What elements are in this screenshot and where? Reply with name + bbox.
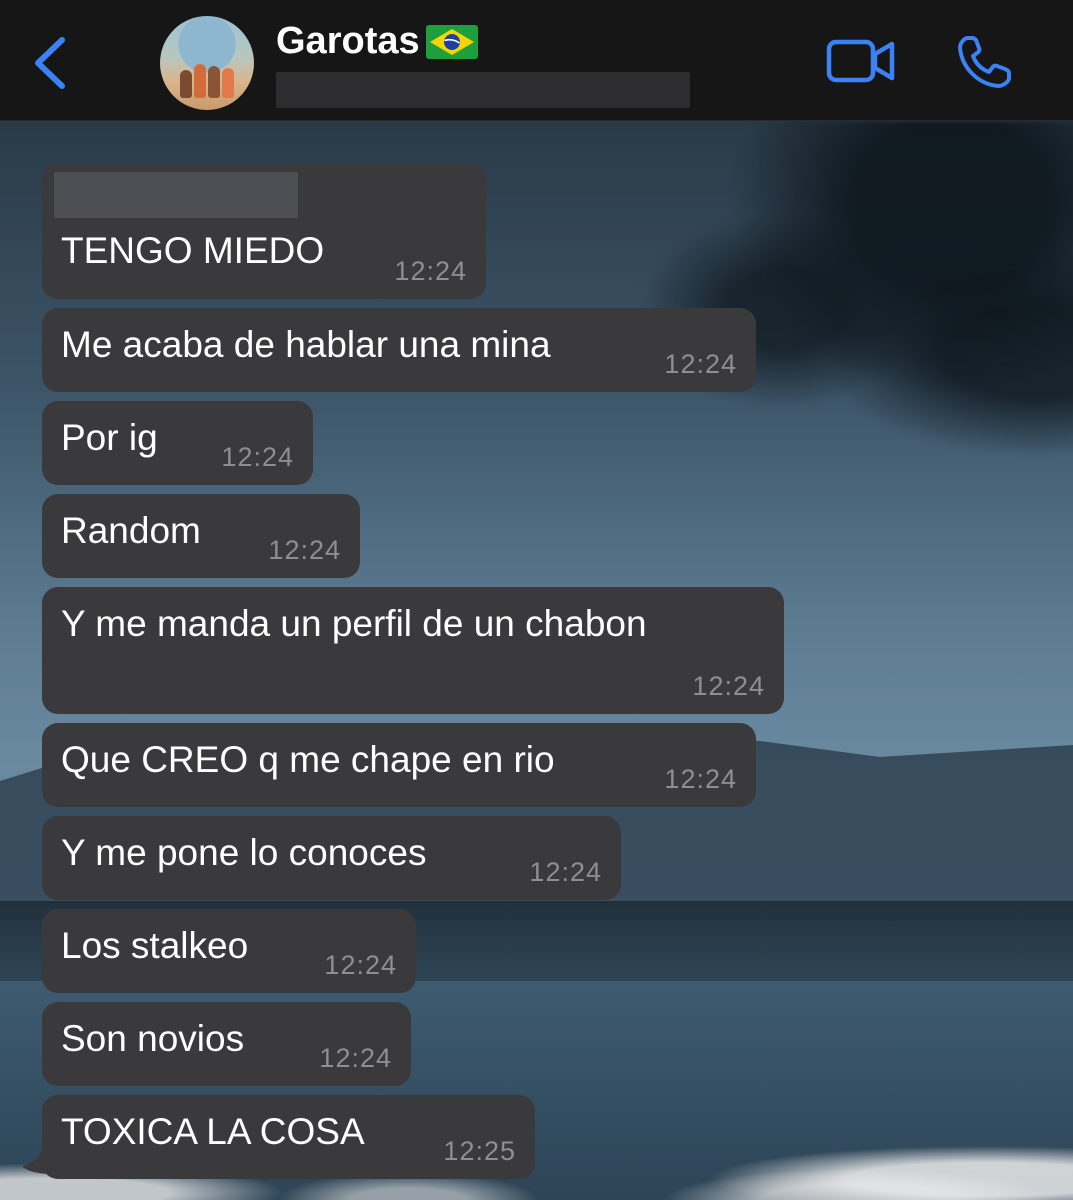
message-bubble[interactable]: Los stalkeo 12:24 xyxy=(42,909,416,993)
chat-title[interactable]: Garotas xyxy=(276,20,478,63)
avatar[interactable] xyxy=(160,16,254,110)
message-time: 12:24 xyxy=(324,950,397,980)
message-text: Que CREO q me chape en rio xyxy=(61,739,555,780)
message-text: Son novios xyxy=(61,1018,245,1059)
message-text: Y me manda un perfil de un chabon xyxy=(61,603,647,644)
message-bubble[interactable]: TENGO MIEDO 12:24 xyxy=(42,164,486,299)
chevron-left-icon[interactable] xyxy=(26,30,76,96)
message-time: 12:24 xyxy=(529,857,602,887)
message-bubble[interactable]: Por ig 12:24 xyxy=(42,401,313,485)
brazil-flag-icon xyxy=(425,24,478,59)
video-camera-icon[interactable] xyxy=(826,36,896,86)
message-time: 12:24 xyxy=(394,256,467,286)
message-time: 12:24 xyxy=(221,442,294,472)
message-text: Por ig xyxy=(61,417,158,458)
chat-title-text: Garotas xyxy=(276,20,420,62)
message-bubble[interactable]: Y me pone lo conoces 12:24 xyxy=(42,816,621,900)
phone-icon[interactable] xyxy=(956,34,1014,90)
redacted-subtitle xyxy=(276,72,690,108)
message-text: TENGO MIEDO xyxy=(61,230,325,271)
message-time: 12:24 xyxy=(692,671,765,701)
message-text: Random xyxy=(61,510,201,551)
message-time: 12:25 xyxy=(443,1136,516,1166)
redacted-sender-name xyxy=(54,172,298,218)
message-time: 12:24 xyxy=(664,764,737,794)
message-time: 12:24 xyxy=(268,535,341,565)
message-text: Me acaba de hablar una mina xyxy=(61,324,551,365)
message-text: Los stalkeo xyxy=(61,925,249,966)
chat-header: Garotas xyxy=(0,0,1073,121)
message-bubble[interactable]: Me acaba de hablar una mina 12:24 xyxy=(42,308,756,392)
message-bubble[interactable]: Son novios 12:24 xyxy=(42,1002,411,1086)
message-time: 12:24 xyxy=(319,1043,392,1073)
message-bubble[interactable]: Que CREO q me chape en rio 12:24 xyxy=(42,723,756,807)
message-text: TOXICA LA COSA xyxy=(61,1111,365,1152)
message-text: Y me pone lo conoces xyxy=(61,832,427,873)
message-bubble[interactable]: Y me manda un perfil de un chabon 12:24 xyxy=(42,587,784,714)
message-time: 12:24 xyxy=(664,349,737,379)
message-bubble[interactable]: Random 12:24 xyxy=(42,494,360,578)
message-bubble[interactable]: TOXICA LA COSA 12:25 xyxy=(42,1095,535,1179)
